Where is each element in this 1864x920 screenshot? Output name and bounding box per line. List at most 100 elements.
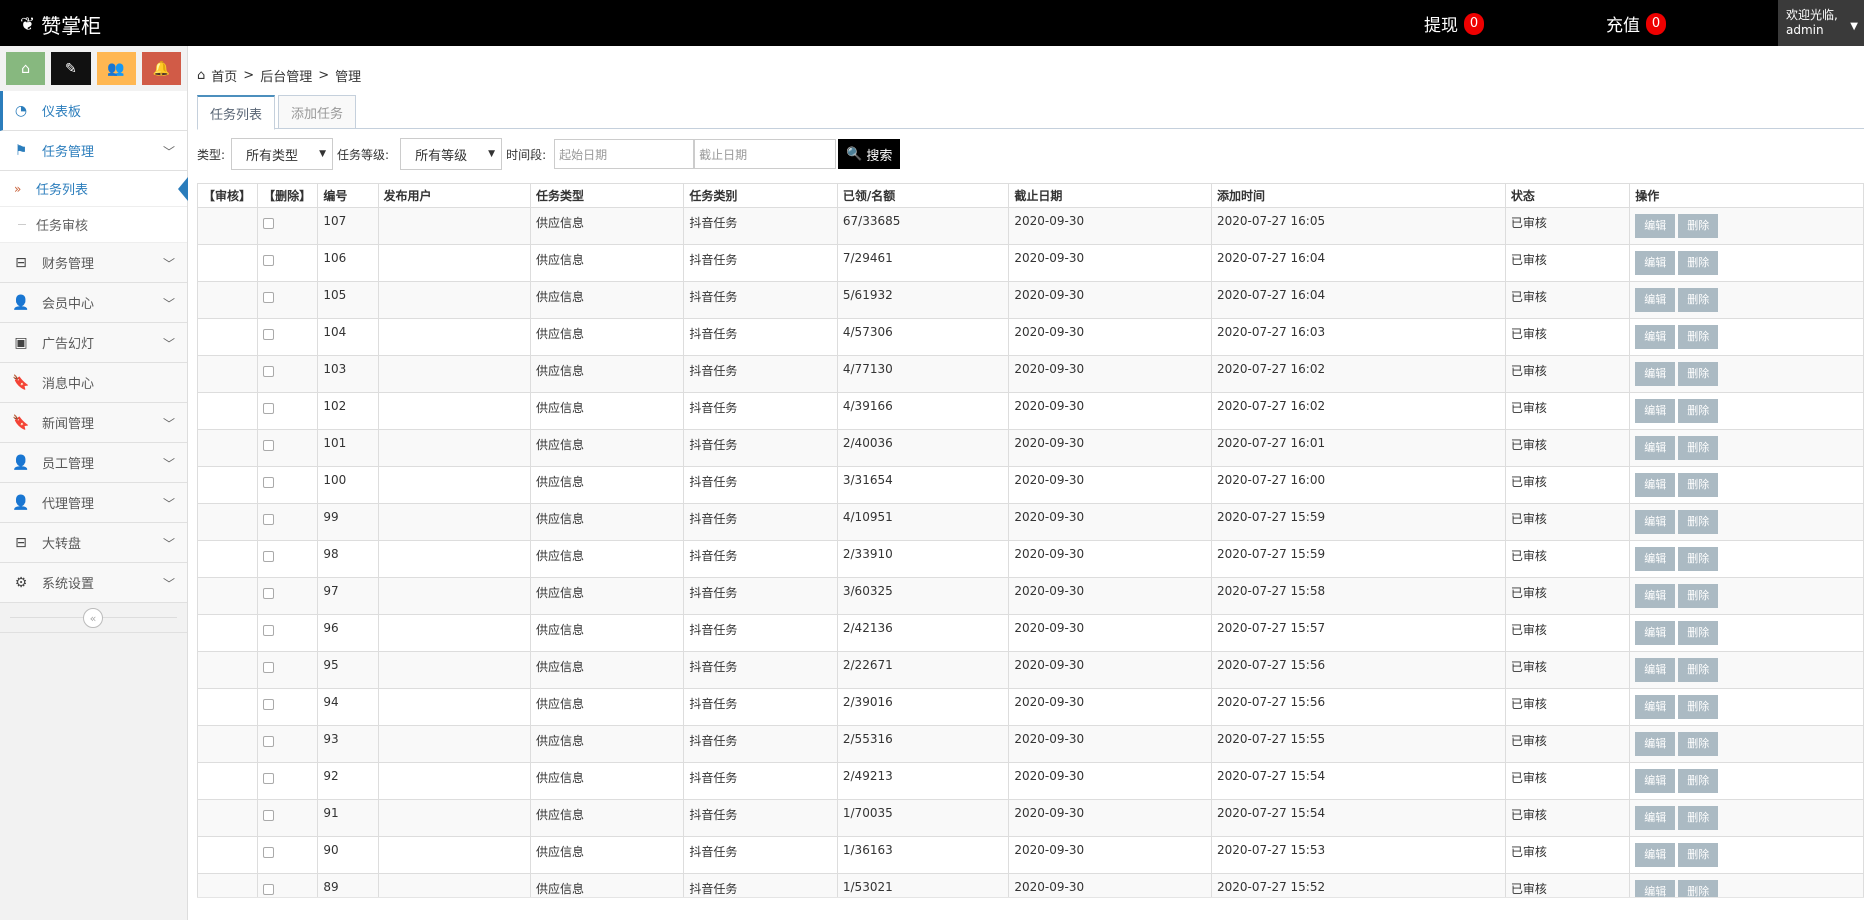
delete-button[interactable]: 删除 — [1678, 510, 1719, 534]
delete-button[interactable]: 删除 — [1678, 547, 1719, 571]
table-row: 89 供应信息 抖音任务 1/53021 2020-09-30 2020-07-27 15… — [197, 873, 1864, 897]
row-checkbox[interactable] — [263, 477, 275, 488]
bell-shortcut-button[interactable]: 🔔 — [141, 52, 181, 85]
row-checkbox[interactable] — [263, 292, 275, 303]
row-checkbox[interactable] — [263, 255, 275, 266]
delete-button[interactable]: 删除 — [1678, 362, 1719, 386]
sidebar-subitem-task-review[interactable]: 任务审核 — [0, 207, 187, 243]
sidebar-item-wheel[interactable]: ⊟ 大转盘 ﹀ — [0, 523, 187, 563]
edit-button[interactable]: 编辑 — [1635, 473, 1676, 497]
type-select[interactable]: 所有类型 ▼ — [231, 138, 334, 170]
edit-button[interactable]: 编辑 — [1635, 288, 1676, 312]
delete-button[interactable]: 删除 — [1678, 658, 1719, 682]
delete-button[interactable]: 删除 — [1678, 880, 1719, 897]
search-button[interactable]: 🔍 搜索 — [838, 139, 901, 169]
delete-button[interactable]: 删除 — [1678, 288, 1719, 312]
row-checkbox[interactable] — [263, 847, 275, 858]
users-shortcut-button[interactable]: 👥 — [96, 52, 136, 85]
withdraw-link[interactable]: 提现 0 — [1424, 11, 1484, 36]
edit-button[interactable]: 编辑 — [1635, 325, 1676, 349]
row-checkbox[interactable] — [263, 662, 275, 673]
row-checkbox[interactable] — [263, 551, 275, 562]
delete-button[interactable]: 删除 — [1678, 473, 1719, 497]
sidebar-item-members[interactable]: 👤 会员中心 ﹀ — [0, 283, 187, 323]
edit-button[interactable]: 编辑 — [1635, 362, 1676, 386]
delete-button[interactable]: 删除 — [1678, 399, 1719, 423]
sidebar-item-finance[interactable]: ⊟ 财务管理 ﹀ — [0, 243, 187, 283]
delete-button[interactable]: 删除 — [1678, 251, 1719, 275]
edit-button[interactable]: 编辑 — [1635, 880, 1676, 897]
edit-button[interactable]: 编辑 — [1635, 214, 1676, 238]
column-header: 编号 — [317, 183, 379, 208]
delete-button[interactable]: 删除 — [1678, 732, 1719, 756]
sidebar-item-label: 新闻管理 — [42, 417, 95, 432]
table-header-row: 【审核】 【删除】 编号 发布用户 任务类型 任务类别 已领/名额 截止日期 添加时间 状态 操作 — [197, 183, 1864, 208]
sidebar-item-task-management[interactable]: ⚑ 任务管理 ﹀ — [0, 131, 187, 171]
end-date-input[interactable]: 截止日期 — [694, 139, 837, 169]
row-checkbox[interactable] — [263, 736, 275, 747]
edit-button[interactable]: 编辑 — [1635, 843, 1676, 867]
row-checkbox[interactable] — [263, 329, 275, 340]
brand-logo[interactable]: ❦ 赞掌柜 — [20, 10, 101, 39]
row-checkbox[interactable] — [263, 699, 275, 710]
delete-button[interactable]: 删除 — [1678, 584, 1719, 608]
delete-button[interactable]: 删除 — [1678, 695, 1719, 719]
sidebar-item-dashboard[interactable]: ◔ 仪表板 — [0, 91, 187, 131]
edit-button[interactable]: 编辑 — [1635, 621, 1676, 645]
level-select[interactable]: 所有等级 ▼ — [400, 138, 503, 170]
edit-button[interactable]: 编辑 — [1635, 399, 1676, 423]
edit-button[interactable]: 编辑 — [1635, 584, 1676, 608]
chevron-down-icon: ﹀ — [162, 577, 175, 591]
deadline-cell: 2020-09-30 — [1008, 799, 1212, 837]
sidebar-item-ads[interactable]: ▣ 广告幻灯 ﹀ — [0, 323, 187, 363]
sidebar-item-news[interactable]: 🔖 新闻管理 ﹀ — [0, 403, 187, 443]
task-id-cell: 97 — [317, 577, 379, 615]
task-type-cell: 供应信息 — [529, 651, 685, 689]
edit-button[interactable]: 编辑 — [1635, 547, 1676, 571]
row-checkbox[interactable] — [263, 773, 275, 784]
sidebar-subitem-task-list[interactable]: » 任务列表 — [0, 171, 188, 207]
sidebar-item-settings[interactable]: ⚙ 系统设置 ﹀ — [0, 563, 187, 603]
task-category-cell: 抖音任务 — [683, 281, 838, 319]
row-checkbox[interactable] — [263, 366, 275, 377]
edit-button[interactable]: 编辑 — [1635, 732, 1676, 756]
collapse-sidebar-button[interactable]: « — [83, 608, 103, 628]
delete-button[interactable]: 删除 — [1678, 769, 1719, 793]
start-date-input[interactable]: 起始日期 — [554, 139, 695, 169]
row-checkbox[interactable] — [263, 218, 275, 229]
sidebar-item-agents[interactable]: 👤 代理管理 ﹀ — [0, 483, 187, 523]
sidebar-item-messages[interactable]: 🔖 消息中心 — [0, 363, 187, 403]
edit-button[interactable]: 编辑 — [1635, 695, 1676, 719]
edit-button[interactable]: 编辑 — [1635, 658, 1676, 682]
edit-button[interactable]: 编辑 — [1635, 806, 1676, 830]
delete-button[interactable]: 删除 — [1678, 325, 1719, 349]
edit-button[interactable]: 编辑 — [1635, 769, 1676, 793]
delete-button[interactable]: 删除 — [1678, 436, 1719, 460]
delete-button[interactable]: 删除 — [1678, 843, 1719, 867]
task-category-cell: 抖音任务 — [683, 392, 838, 430]
row-checkbox[interactable] — [263, 403, 275, 414]
tab-task-list[interactable]: 任务列表 — [197, 95, 276, 130]
row-checkbox[interactable] — [263, 884, 275, 895]
edit-button[interactable]: 编辑 — [1635, 251, 1676, 275]
delete-button[interactable]: 删除 — [1678, 621, 1719, 645]
home-shortcut-button[interactable]: ⌂ — [6, 52, 46, 85]
breadcrumb-level2[interactable]: 后台管理 — [260, 66, 312, 85]
row-checkbox[interactable] — [263, 625, 275, 636]
row-checkbox[interactable] — [263, 588, 275, 599]
row-checkbox[interactable] — [263, 514, 275, 525]
delete-select-cell — [257, 540, 319, 578]
row-checkbox[interactable] — [263, 440, 275, 451]
pencil-shortcut-button[interactable]: ✎ — [51, 52, 91, 85]
row-checkbox[interactable] — [263, 810, 275, 821]
table-row: 100 供应信息 抖音任务 3/31654 2020-09-30 2020-07-27 1… — [197, 466, 1864, 504]
sidebar-item-staff[interactable]: 👤 员工管理 ﹀ — [0, 443, 187, 483]
delete-button[interactable]: 删除 — [1678, 806, 1719, 830]
delete-button[interactable]: 删除 — [1678, 214, 1719, 238]
edit-button[interactable]: 编辑 — [1635, 436, 1676, 460]
breadcrumb-home[interactable]: 首页 — [211, 66, 237, 85]
recharge-link[interactable]: 充值 0 — [1606, 11, 1666, 36]
user-menu[interactable]: 欢迎光临, admin ▼ — [1778, 0, 1864, 46]
tab-add-task[interactable]: 添加任务 — [278, 95, 357, 129]
edit-button[interactable]: 编辑 — [1635, 510, 1676, 534]
